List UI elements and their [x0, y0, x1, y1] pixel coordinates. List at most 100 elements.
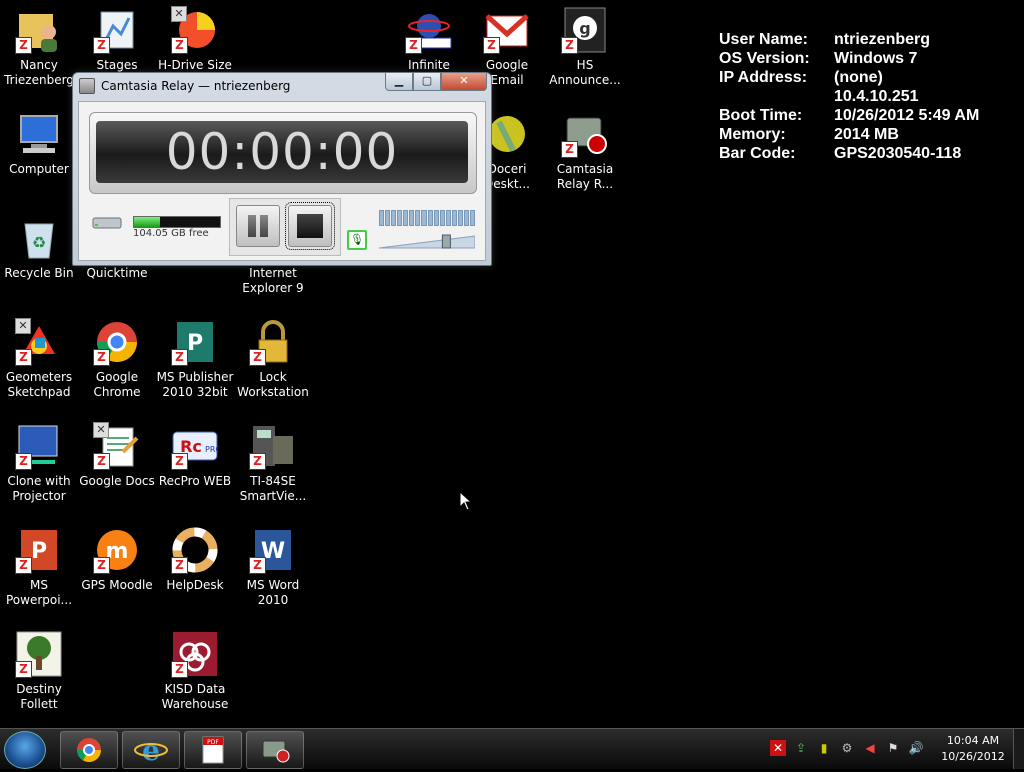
desktop-icon-camtasia-relay[interactable]: Z Camtasia Relay R...: [546, 104, 624, 204]
recycle-bin-icon: ♻: [15, 214, 63, 262]
desktop-icon-hs-announce[interactable]: g Z HS Announce...: [546, 0, 624, 100]
close-button[interactable]: ✕: [441, 73, 487, 91]
desktop-icon-google-docs[interactable]: Z ✕ Google Docs: [78, 416, 156, 516]
desktop-icon-recycle-bin[interactable]: ♻ Recycle Bin: [0, 208, 78, 308]
desktop-icon-label: Destiny Follett: [16, 682, 62, 711]
desktop-icon-label: MS Powerpoi...: [5, 578, 73, 607]
desktop-icon-lock[interactable]: Z Lock Workstation: [234, 312, 312, 412]
desktop-icon-label: Recycle Bin: [4, 266, 74, 280]
audio-level-segment: [391, 210, 397, 226]
desktop-icon-computer[interactable]: Computer: [0, 104, 78, 204]
shortcut-badge-icon: Z: [561, 37, 578, 54]
sysinfo-row: Memory: 2014 MB: [719, 125, 979, 144]
sysinfo-row: Boot Time: 10/26/2012 5:49 AM: [719, 106, 979, 125]
battery-tray-icon[interactable]: ▮: [816, 740, 832, 756]
word-icon: WZ: [249, 526, 297, 574]
window-controls: ▁ ▢ ✕: [385, 73, 487, 91]
desktop-icon-calculator[interactable]: Z TI-84SE SmartVie...: [234, 416, 312, 516]
desktop-icon-data-warehouse[interactable]: Z KISD Data Warehouse: [156, 624, 234, 724]
camtasia-app-icon: [79, 78, 95, 94]
settings-tray-icon[interactable]: ⚙: [839, 740, 855, 756]
maximize-button[interactable]: ▢: [413, 73, 441, 91]
shortcut-badge-icon: Z: [93, 37, 110, 54]
shortcut-badge-icon: Z: [561, 141, 578, 158]
recording-controls: [229, 198, 341, 256]
chrome-icon: Z: [93, 318, 141, 366]
sysinfo-key: User Name:: [719, 31, 808, 48]
shortcut-badge-icon: Z: [93, 349, 110, 366]
hard-drive-icon: [92, 217, 122, 229]
microphone-icon[interactable]: 🎙: [347, 230, 367, 250]
desktop-icon-moodle[interactable]: m Z GPS Moodle: [78, 520, 156, 620]
shortcut-badge-icon: Z: [15, 37, 32, 54]
camtasia-relay-window[interactable]: Camtasia Relay — ntriezenberg ▁ ▢ ✕ 00:0…: [72, 72, 492, 266]
desktop-icon-clone-projector[interactable]: Z Clone with Projector: [0, 416, 78, 516]
action-center-icon[interactable]: ⚑: [885, 740, 901, 756]
desktop-icon-chrome[interactable]: Z Google Chrome: [78, 312, 156, 412]
geometers-sketchpad-icon: Z ✕: [15, 318, 63, 366]
stop-button[interactable]: [285, 202, 335, 250]
camtasia-taskbar-button[interactable]: [246, 731, 304, 769]
minimize-button[interactable]: ▁: [385, 73, 413, 91]
audio-level-segment: [463, 210, 469, 226]
google-docs-icon: Z ✕: [93, 422, 141, 470]
gmail-icon: Z: [483, 6, 531, 54]
desktop-icon-geometers-sketchpad[interactable]: Z ✕ Geometers Sketchpad: [0, 312, 78, 412]
desktop-icon-label: KISD Data Warehouse: [161, 682, 229, 711]
shortcut-badge-icon: Z: [405, 37, 422, 54]
hs-announce-icon: gZ: [561, 6, 609, 54]
network-share-tray-icon[interactable]: ⇪: [793, 740, 809, 756]
publisher-icon: PZ: [171, 318, 219, 366]
desktop-icon-recpro[interactable]: Rc PRO Z RecPro WEB: [156, 416, 234, 516]
volume-slider[interactable]: [379, 232, 475, 250]
chrome-taskbar-button[interactable]: [60, 731, 118, 769]
sysinfo-value: (none): [834, 69, 883, 86]
sysinfo-key: Boot Time:: [719, 107, 803, 124]
stop-icon: [297, 214, 323, 238]
sysinfo-value: GPS2030540-118: [834, 145, 962, 162]
recorder-panel: 00:00:00 104.05 GB free 🎙: [78, 101, 486, 261]
desktop-icon-label: Computer: [9, 162, 69, 176]
shortcut-badge-icon: Z: [171, 557, 188, 574]
desktop-icon-label: RecPro WEB: [158, 474, 232, 488]
internet-explorer-taskbar-button[interactable]: e: [122, 731, 180, 769]
checkbox-badge-icon: ✕: [15, 318, 31, 334]
volume-icon[interactable]: 🔊: [908, 740, 924, 756]
clock[interactable]: 10:04 AM 10/26/2012: [940, 733, 1006, 765]
desktop-icon-label: Camtasia Relay R...: [556, 162, 614, 191]
lock-icon: Z: [249, 318, 297, 366]
desktop-icon-tree[interactable]: Z Destiny Follett: [0, 624, 78, 724]
start-button[interactable]: [4, 731, 46, 769]
pdf-tray-icon[interactable]: ✕: [770, 740, 786, 756]
pdf-icon: PDF: [202, 736, 224, 764]
camtasia-icon: [262, 740, 290, 763]
shortcut-badge-icon: Z: [15, 557, 32, 574]
desktop-icon-user-folder[interactable]: Z Nancy Triezenberg: [0, 0, 78, 100]
sysinfo-value: ntriezenberg: [834, 31, 931, 48]
pause-button[interactable]: [236, 205, 280, 247]
desktop-icon-powerpoint[interactable]: P Z MS Powerpoi...: [0, 520, 78, 620]
desktop-icon-label: Geometers Sketchpad: [5, 370, 73, 399]
desktop-icon-label: Lock Workstation: [237, 370, 309, 399]
desktop-icon-lifebuoy[interactable]: Z HelpDesk: [156, 520, 234, 620]
sysinfo-row: IP Address: (none): [719, 68, 979, 87]
svg-text:PRO: PRO: [205, 445, 219, 454]
desktop-icon-label: MS Publisher 2010 32bit: [156, 370, 234, 399]
audio-level-segment: [439, 210, 445, 226]
sysinfo-value: 2014 MB: [834, 126, 899, 143]
timer-frame: 00:00:00: [89, 112, 477, 194]
desktop-icon-word[interactable]: W Z MS Word 2010: [234, 520, 312, 620]
desktop-icon-publisher[interactable]: P Z MS Publisher 2010 32bit: [156, 312, 234, 412]
volume-slider-thumb: [441, 234, 451, 249]
audio-level-segment: [415, 210, 421, 226]
sysinfo-row: User Name: ntriezenberg: [719, 30, 979, 49]
shortcut-badge-icon: Z: [171, 37, 188, 54]
audio-level-segment: [427, 210, 433, 226]
moodle-icon: mZ: [93, 526, 141, 574]
muted-speaker-tray-icon[interactable]: ◀: [862, 740, 878, 756]
desktop-icon-label: Quicktime: [86, 266, 148, 280]
sysinfo-value: 10.4.10.251: [834, 88, 919, 105]
pdf-taskbar-button[interactable]: PDF: [184, 731, 242, 769]
desktop-icon-label: Infinite: [408, 58, 450, 72]
show-desktop-button[interactable]: [1013, 729, 1024, 769]
